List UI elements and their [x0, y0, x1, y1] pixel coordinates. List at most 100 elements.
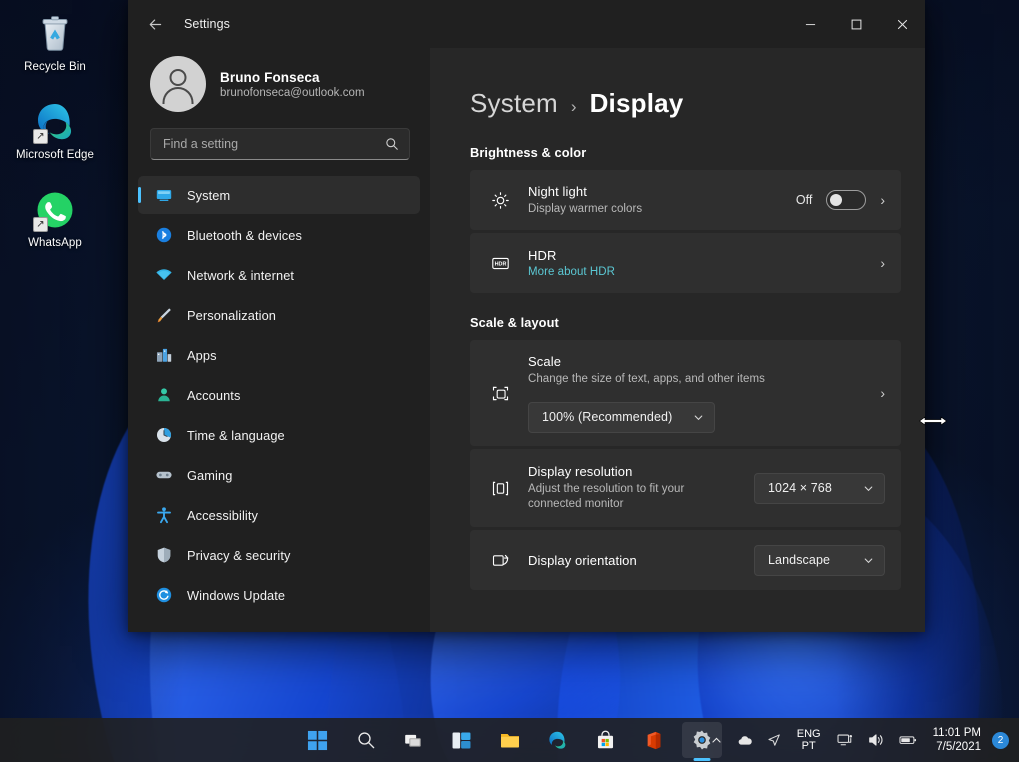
card-display-orientation[interactable]: Display orientation Landscape	[470, 530, 901, 590]
sidebar: Bruno Fonseca brunofonseca@outlook.com F…	[128, 48, 430, 632]
desktop-icon-whatsapp[interactable]: ↗ WhatsApp	[10, 184, 100, 254]
card-night-light[interactable]: Night light Display warmer colors Off ›	[470, 170, 901, 230]
desktop-icon-list: Recycle Bin ↗ Microsoft Edge ↗ WhatsApp	[0, 8, 110, 254]
sidebar-item-accessibility[interactable]: Accessibility	[138, 496, 420, 534]
window-titlebar: Settings	[128, 0, 925, 48]
chevron-right-icon[interactable]: ›	[880, 193, 885, 207]
office-button[interactable]	[634, 722, 674, 758]
onedrive-button[interactable]	[730, 723, 760, 757]
resolution-dropdown[interactable]: 1024 × 768	[754, 472, 885, 504]
account-name: Bruno Fonseca	[220, 69, 320, 85]
widgets-icon	[451, 730, 472, 751]
sidebar-item-system[interactable]: System	[138, 176, 420, 214]
night-light-toggle[interactable]	[826, 190, 867, 210]
sidebar-item-label: Accessibility	[187, 507, 258, 523]
card-display-resolution[interactable]: Display resolution Adjust the resolution…	[470, 449, 901, 527]
scale-icon	[488, 381, 512, 405]
sidebar-item-label: Bluetooth & devices	[187, 227, 303, 243]
sidebar-item-label: System	[187, 187, 231, 203]
search-icon	[385, 137, 399, 151]
window-title: Settings	[184, 17, 230, 31]
svg-text:HDR: HDR	[494, 261, 506, 267]
volume-button[interactable]	[861, 723, 892, 757]
widgets-button[interactable]	[442, 722, 482, 758]
windows-logo-icon	[307, 730, 328, 751]
close-button[interactable]	[879, 0, 925, 48]
sidebar-item-network-internet[interactable]: Network & internet	[138, 256, 420, 294]
card-scale[interactable]: Scale Change the size of text, apps, and…	[470, 340, 901, 446]
language-indicator[interactable]: ENG PT	[788, 723, 830, 757]
desktop-icon-microsoft-edge[interactable]: ↗ Microsoft Edge	[10, 96, 100, 166]
card-actions: 1024 × 768	[754, 472, 885, 504]
sidebar-item-windows-update[interactable]: Windows Update	[138, 576, 420, 614]
speaker-icon	[868, 732, 885, 748]
chevron-right-icon: ›	[570, 97, 577, 116]
minimize-button[interactable]	[787, 0, 833, 48]
file-explorer-button[interactable]	[490, 722, 530, 758]
sidebar-item-accounts[interactable]: Accounts	[138, 376, 420, 414]
microsoft-edge-icon: ↗	[33, 100, 77, 144]
breadcrumb-parent[interactable]: System	[470, 88, 558, 119]
tray-overflow-button[interactable]	[703, 723, 730, 757]
tray-time: 11:01 PM	[932, 727, 981, 739]
search-input[interactable]	[163, 137, 377, 151]
sidebar-item-time-language[interactable]: Time & language	[138, 416, 420, 454]
scale-dropdown[interactable]: 100% (Recommended)	[528, 401, 715, 433]
battery-button[interactable]	[892, 723, 924, 757]
chevron-down-icon	[863, 555, 874, 566]
clock-date-button[interactable]: 11:01 PM 7/5/2021	[924, 723, 990, 757]
account-email: brunofonseca@outlook.com	[220, 86, 365, 99]
edge-button[interactable]	[538, 722, 578, 758]
chevron-down-icon	[863, 483, 874, 494]
cloud-icon	[737, 734, 753, 747]
microsoft-store-button[interactable]	[586, 722, 626, 758]
card-actions: Off ›	[796, 190, 885, 210]
clock-icon	[154, 426, 173, 445]
search-box[interactable]	[150, 128, 410, 160]
search-wrapper	[128, 128, 430, 160]
chevron-right-icon[interactable]: ›	[880, 386, 885, 400]
sidebar-item-bluetooth-devices[interactable]: Bluetooth & devices	[138, 216, 420, 254]
search-button[interactable]	[346, 722, 386, 758]
desktop-icon-recycle-bin[interactable]: Recycle Bin	[10, 8, 100, 78]
network-button[interactable]	[830, 723, 861, 757]
desktop-icon-label: WhatsApp	[28, 237, 82, 249]
language-primary: ENG	[796, 728, 821, 740]
task-view-button[interactable]	[394, 722, 434, 758]
start-button[interactable]	[298, 722, 338, 758]
sidebar-item-apps[interactable]: Apps	[138, 336, 420, 374]
more-about-hdr-link[interactable]: More about HDR	[528, 266, 864, 278]
card-title: HDR	[528, 248, 557, 263]
account-block[interactable]: Bruno Fonseca brunofonseca@outlook.com	[128, 48, 430, 128]
system-tray: ENG PT 11:01 PM 7/5/2021 2	[703, 718, 1011, 762]
back-arrow-icon[interactable]	[138, 7, 172, 41]
location-button[interactable]	[760, 723, 788, 757]
chevron-right-icon[interactable]: ›	[880, 256, 885, 270]
desktop-icon-label: Recycle Bin	[24, 61, 86, 73]
shortcut-overlay-icon: ↗	[33, 217, 48, 232]
maximize-button[interactable]	[833, 0, 879, 48]
sidebar-item-gaming[interactable]: Gaming	[138, 456, 420, 494]
section-title: Scale & layout	[470, 315, 559, 330]
sidebar-item-label: Network & internet	[187, 267, 295, 283]
sidebar-item-label: Gaming	[187, 467, 233, 483]
tray-date: 7/5/2021	[936, 741, 981, 753]
bluetooth-icon	[154, 226, 173, 245]
card-hdr[interactable]: HDR HDR More about HDR ›	[470, 233, 901, 293]
card-subtitle: Change the size of text, apps, and other…	[528, 372, 765, 385]
orientation-dropdown[interactable]: Landscape	[754, 544, 885, 576]
card-group: Night light Display warmer colors Off ›	[470, 170, 901, 293]
shield-icon	[154, 546, 173, 565]
sidebar-item-label: Personalization	[187, 307, 276, 323]
notification-badge[interactable]: 2	[992, 731, 1009, 749]
card-text: Display resolution Adjust the resolution…	[528, 464, 738, 512]
section-scale-layout: Scale & layout Scale Change the size of …	[470, 315, 901, 590]
battery-icon	[899, 733, 917, 747]
location-arrow-icon	[767, 733, 781, 747]
orientation-dropdown-value: Landscape	[768, 553, 831, 567]
apps-icon	[154, 346, 173, 365]
sidebar-item-privacy-security[interactable]: Privacy & security	[138, 536, 420, 574]
desktop: Recycle Bin ↗ Microsoft Edge ↗ WhatsApp …	[0, 0, 1019, 762]
section-title: Brightness & color	[470, 145, 587, 160]
sidebar-item-personalization[interactable]: Personalization	[138, 296, 420, 334]
